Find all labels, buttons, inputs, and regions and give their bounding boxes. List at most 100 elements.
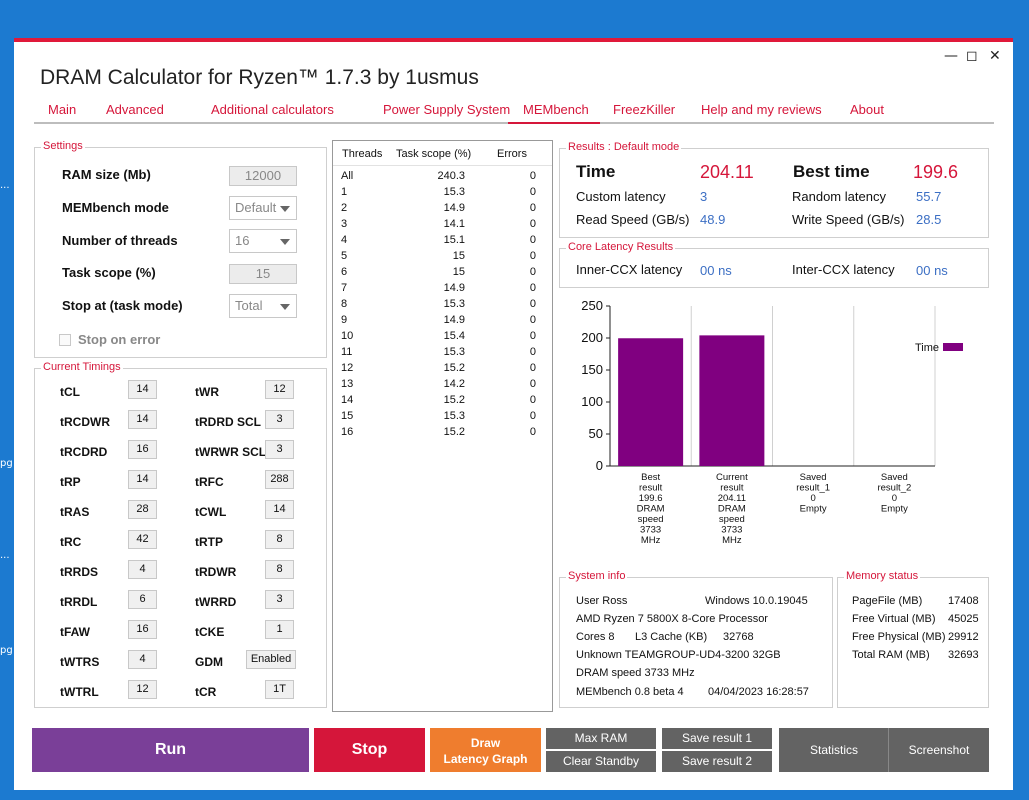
timing-value[interactable]: 3 [265,410,294,429]
chart-y-tick-label: 150 [581,362,603,377]
timing-value[interactable]: 1T [265,680,294,699]
draw-latency-graph-button[interactable]: Draw Latency Graph [430,728,541,772]
tab-about[interactable]: About [850,102,884,124]
chart-category-label: Empty [881,504,908,515]
settings-group-title: Settings [41,140,85,152]
draw-button-line1: Draw [470,736,501,750]
timing-value[interactable]: 14 [128,410,157,429]
task-scope-cell: 14.2 [443,378,465,390]
timing-label: tCR [195,685,217,699]
statistics-button[interactable]: Statistics [779,728,889,772]
chevron-down-icon [280,239,290,245]
timing-value[interactable]: 288 [265,470,294,489]
membench-version: MEMbench 0.8 beta 4 [576,686,684,698]
task-scope-input[interactable]: 15 [229,264,297,284]
timing-value[interactable]: 1 [265,620,294,639]
thread-id-cell: 5 [341,250,348,262]
system-info-title: System info [566,570,628,582]
minimize-icon[interactable]: — [944,48,958,64]
tab-main[interactable]: Main [48,102,76,124]
timing-value[interactable]: 4 [128,560,157,579]
thread-id-cell: 12 [341,362,354,374]
timing-label: tRCDWR [60,415,110,429]
chart-category-label: speed [638,514,664,525]
timing-value[interactable]: 16 [128,620,157,639]
timing-value[interactable]: 12 [265,380,294,399]
number-of-threads-value: 16 [235,233,250,248]
read-speed-label: Read Speed (GB/s) [576,212,690,227]
random-latency-label: Random latency [792,189,886,204]
thread-id-cell: 6 [341,266,348,278]
ram-size-input[interactable]: 12000 [229,166,297,186]
chart-category-label: Best [641,472,660,483]
stop-at-select[interactable]: Total [229,294,297,318]
timing-label: tRDWR [195,565,237,579]
timing-value[interactable]: Enabled [246,650,296,669]
time-value: 204.11 [700,162,754,182]
timing-label: tWRRD [195,595,237,609]
chart-category-label: 0 [892,493,897,504]
timing-value[interactable]: 14 [128,380,157,399]
errors-cell: 0 [529,298,536,310]
maximize-icon[interactable]: ◻ [966,48,978,64]
close-icon[interactable]: ✕ [989,48,1001,64]
tab-power-supply-system[interactable]: Power Supply System [383,102,510,124]
timing-value[interactable]: 3 [265,590,294,609]
tab-help-and-reviews[interactable]: Help and my reviews [701,102,822,124]
thread-id-cell: All [341,170,354,182]
chevron-down-icon [280,206,290,212]
chart-legend-label: Time [915,342,939,354]
tab-advanced[interactable]: Advanced [106,102,164,124]
l3-cache-label: L3 Cache (KB) [635,631,708,643]
pagefile-label: PageFile (MB) [852,595,923,607]
timing-value[interactable]: 3 [265,440,294,459]
timing-value[interactable]: 14 [265,500,294,519]
core-latency-group: Core Latency Results Inner-CCX latency 0… [559,241,989,288]
table-row: 15 15.3 0 [333,410,552,426]
timing-label: tRTP [195,535,223,549]
task-scope-cell: 14.9 [443,202,465,214]
save-result-2-button[interactable]: Save result 2 [662,751,772,772]
stop-on-error-checkbox[interactable] [59,334,71,346]
timing-value[interactable]: 4 [128,650,157,669]
tab-additional-calculators[interactable]: Additional calculators [211,102,334,124]
inner-ccx-value: 00 ns [700,263,732,278]
stop-button[interactable]: Stop [314,728,425,772]
table-row: 1 15.3 0 [333,186,552,202]
timing-value[interactable]: 16 [128,440,157,459]
save-result-1-button[interactable]: Save result 1 [662,728,772,749]
timing-value[interactable]: 28 [128,500,157,519]
column-header: Errors [497,148,527,160]
timing-label: tWR [195,385,219,399]
clear-standby-button[interactable]: Clear Standby [546,751,656,772]
table-row: 9 14.9 0 [333,314,552,330]
run-button[interactable]: Run [32,728,309,772]
timing-value[interactable]: 12 [128,680,157,699]
l3-cache-value: 32768 [723,631,754,643]
total-ram-label: Total RAM (MB) [852,649,930,661]
chart-category-label: result_2 [877,483,911,494]
max-ram-button[interactable]: Max RAM [546,728,656,749]
timing-value[interactable]: 42 [128,530,157,549]
timing-value[interactable]: 8 [265,530,294,549]
thread-id-cell: 9 [341,314,348,326]
task-scope-cell: 15.2 [443,362,465,374]
timing-label: tRAS [60,505,90,519]
timing-value[interactable]: 14 [128,470,157,489]
timing-value[interactable]: 8 [265,560,294,579]
task-scope-cell: 15.2 [443,426,465,438]
membench-mode-select[interactable]: Default [229,196,297,220]
task-scope-cell: 15.3 [443,186,465,198]
tab-membench[interactable]: MEMbench [508,102,600,124]
free-virtual-label: Free Virtual (MB) [852,613,936,625]
screenshot-button[interactable]: Screenshot [888,728,989,772]
timing-value[interactable]: 6 [128,590,157,609]
chart-category-label: Saved [881,472,908,483]
memory-status-title: Memory status [844,570,921,582]
timing-label: GDM [195,655,223,669]
timing-label: tCKE [195,625,225,639]
task-scope-label: Task scope (%) [62,265,156,280]
number-of-threads-select[interactable]: 16 [229,229,297,253]
chart-y-tick-label: 100 [581,394,603,409]
tab-freezkiller[interactable]: FreezKiller [613,102,675,124]
